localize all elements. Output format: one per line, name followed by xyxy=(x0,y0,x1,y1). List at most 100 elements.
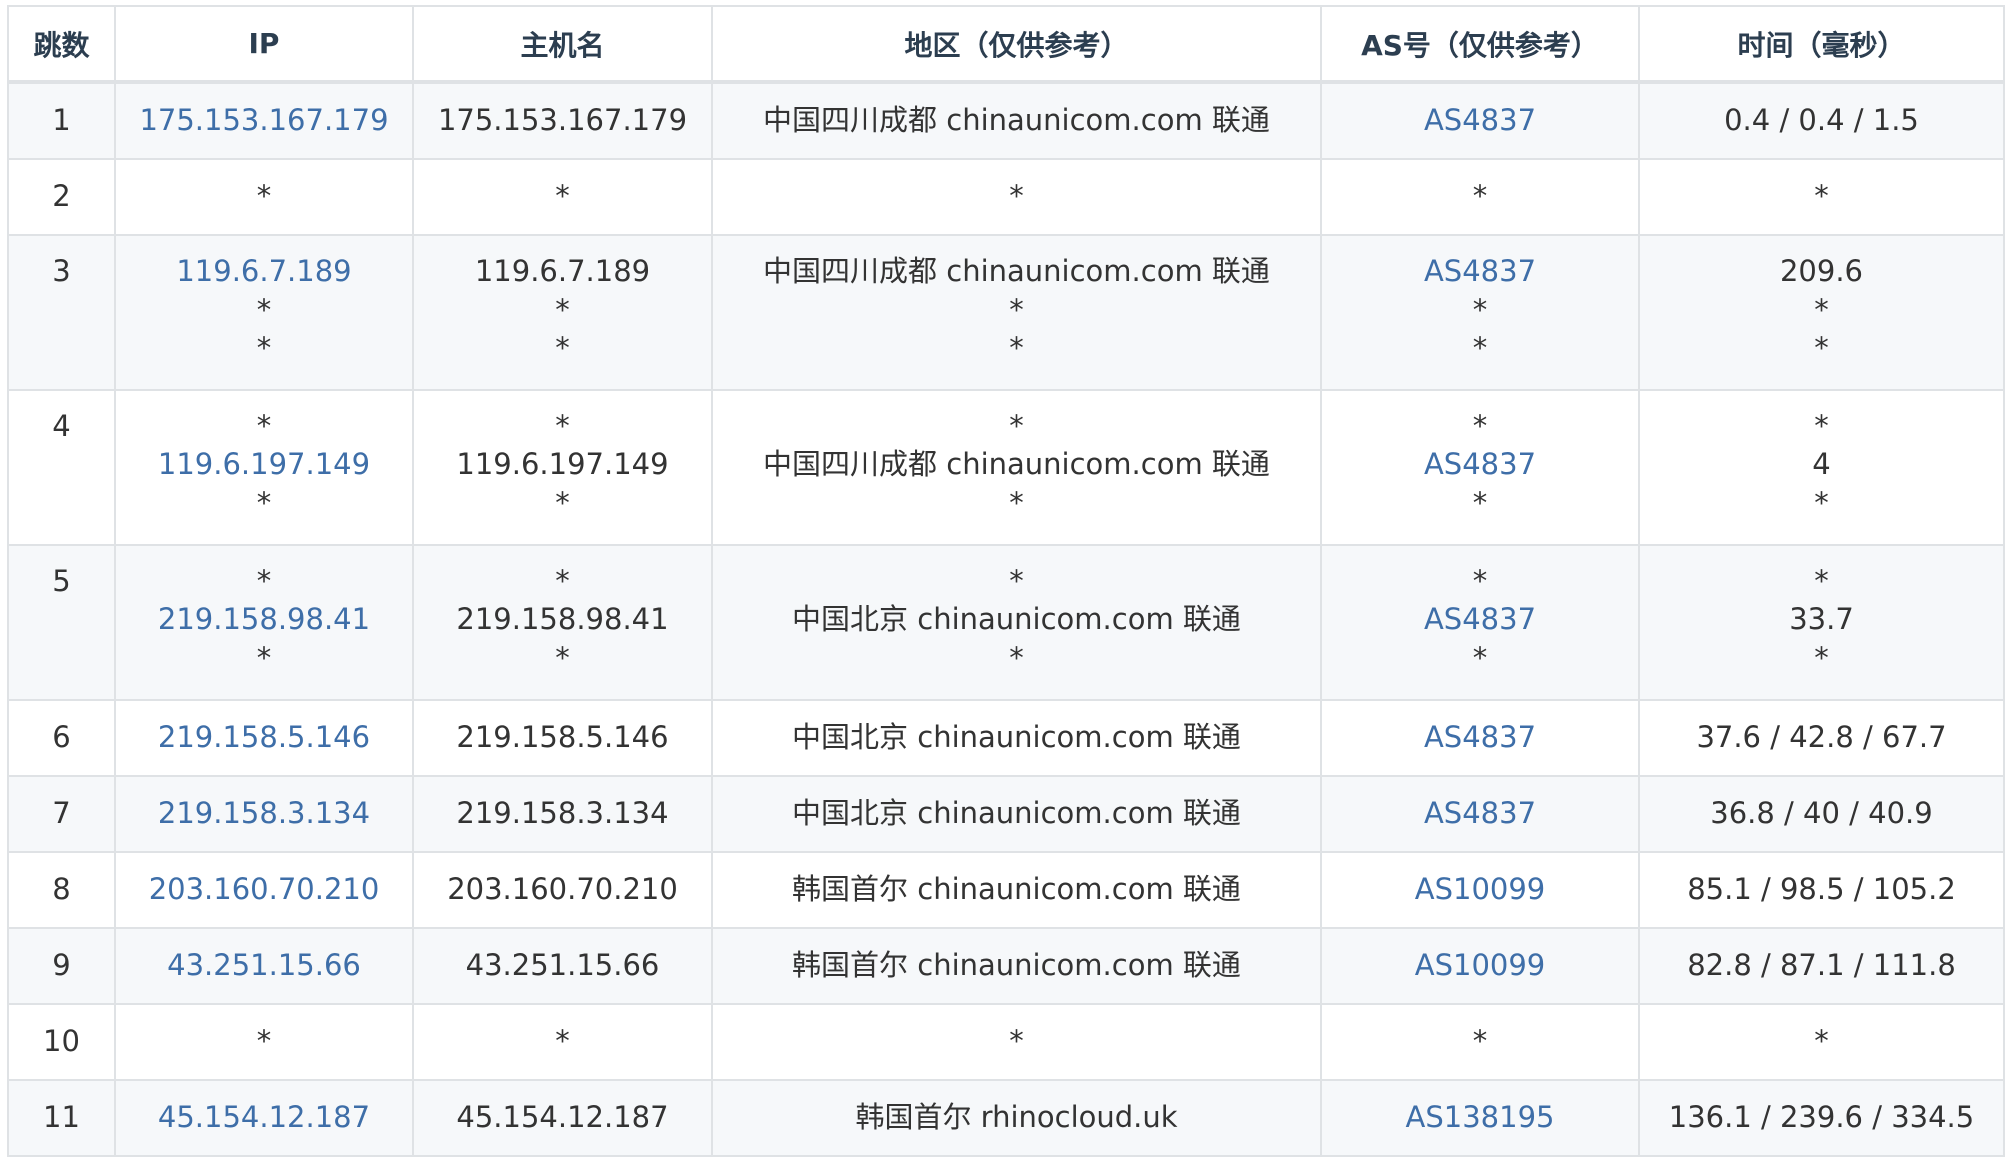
as-link[interactable]: AS10099 xyxy=(1322,946,1638,985)
as-link[interactable]: AS4837 xyxy=(1322,445,1638,484)
no-response-marker: * xyxy=(1814,564,1829,598)
ip-link[interactable]: 219.158.98.41 xyxy=(116,600,412,639)
hop-number: 5 xyxy=(52,564,71,598)
hop-cell: 4 xyxy=(7,389,116,546)
header-row: 跳数 IP 主机名 地区（仅供参考） AS号（仅供参考） 时间（毫秒） xyxy=(7,5,2005,84)
hop-number: 8 xyxy=(52,872,71,906)
column-header-hop: 跳数 xyxy=(7,5,116,84)
region-cell: 中国北京 chinaunicom.com 联通 xyxy=(711,775,1322,853)
hostname-cell: 219.158.3.134 xyxy=(412,775,713,853)
ip-link[interactable]: 175.153.167.179 xyxy=(116,101,412,140)
ip-link[interactable]: 119.6.7.189 xyxy=(116,252,412,291)
as-link[interactable]: AS4837 xyxy=(1322,718,1638,757)
no-response-marker: * xyxy=(555,564,570,598)
time-cell: * 4 * xyxy=(1638,389,2005,546)
host-value: 219.158.98.41 xyxy=(456,602,669,636)
ip-link[interactable]: 203.160.70.210 xyxy=(116,870,412,909)
time-value: 85.1 / 98.5 / 105.2 xyxy=(1687,872,1956,906)
region-cell: 韩国首尔 chinaunicom.com 联通 xyxy=(711,851,1322,929)
no-response-marker: * xyxy=(1472,564,1488,598)
no-response-marker: * xyxy=(256,179,272,213)
time-cell: 209.6 * * xyxy=(1638,234,2005,391)
region-cell: * 中国北京 chinaunicom.com 联通 * xyxy=(711,544,1322,701)
no-response-marker: * xyxy=(1814,179,1829,213)
as-link[interactable]: AS4837 xyxy=(1322,101,1638,140)
ip-link[interactable]: 219.158.5.146 xyxy=(116,718,412,757)
ip-cell: 175.153.167.179 xyxy=(114,81,414,160)
no-response-marker: * xyxy=(1472,179,1488,213)
no-response-marker: * xyxy=(555,486,570,520)
hop-number: 2 xyxy=(52,179,71,213)
host-value: 219.158.5.146 xyxy=(456,720,669,754)
region-cell: * xyxy=(711,158,1322,236)
as-link[interactable]: AS4837 xyxy=(1322,600,1638,639)
ip-link[interactable]: 219.158.3.134 xyxy=(116,794,412,833)
region-cell: 中国四川成都 chinaunicom.com 联通 xyxy=(711,81,1322,160)
table-row: 9 43.251.15.66 43.251.15.66 韩国首尔 chinaunico… xyxy=(7,927,2005,1005)
time-value: 136.1 / 239.6 / 334.5 xyxy=(1668,1100,1975,1134)
no-response-marker: * xyxy=(555,179,570,213)
region-cell: 中国北京 chinaunicom.com 联通 xyxy=(711,699,1322,777)
time-value: 36.8 / 40 / 40.9 xyxy=(1710,796,1933,830)
no-response-marker: * xyxy=(1472,641,1488,675)
ip-link[interactable]: 43.251.15.66 xyxy=(116,946,412,985)
time-cell: * 33.7 * xyxy=(1638,544,2005,701)
host-value: 203.160.70.210 xyxy=(447,872,678,906)
no-response-marker: * xyxy=(1814,1024,1829,1058)
hop-cell: 7 xyxy=(7,775,116,853)
table-row: 5 * 219.158.98.41 * * 219.158.98.41 * * 中国北京 chi… xyxy=(7,544,2005,701)
as-link[interactable]: AS10099 xyxy=(1322,870,1638,909)
as-link[interactable]: AS4837 xyxy=(1322,252,1638,291)
no-response-marker: * xyxy=(256,293,272,327)
no-response-marker: * xyxy=(256,486,272,520)
region-cell: 韩国首尔 chinaunicom.com 联通 xyxy=(711,927,1322,1005)
host-value: 219.158.3.134 xyxy=(456,796,669,830)
no-response-marker: * xyxy=(555,641,570,675)
host-value: 119.6.197.149 xyxy=(456,447,669,481)
no-response-marker: * xyxy=(256,1024,272,1058)
hop-cell: 1 xyxy=(7,81,116,160)
ip-cell: 203.160.70.210 xyxy=(114,851,414,929)
no-response-marker: * xyxy=(1009,486,1024,520)
region-value: 中国四川成都 chinaunicom.com 联通 xyxy=(763,103,1270,137)
table-row: 7 219.158.3.134 219.158.3.134 中国北京 chinauni… xyxy=(7,775,2005,853)
column-header-ip: IP xyxy=(114,5,414,84)
table-row: 6 219.158.5.146 219.158.5.146 中国北京 chinauni… xyxy=(7,699,2005,777)
time-cell: 36.8 / 40 / 40.9 xyxy=(1638,775,2005,853)
time-cell: 37.6 / 42.8 / 67.7 xyxy=(1638,699,2005,777)
as-link[interactable]: AS138195 xyxy=(1322,1098,1638,1137)
no-response-marker: * xyxy=(555,409,570,443)
no-response-marker: * xyxy=(1009,331,1024,365)
no-response-marker: * xyxy=(1009,641,1024,675)
as-cell: * AS4837 * xyxy=(1320,389,1640,546)
as-link[interactable]: AS4837 xyxy=(1322,794,1638,833)
region-value: 中国北京 chinaunicom.com 联通 xyxy=(792,796,1241,830)
ip-cell: * 119.6.197.149 * xyxy=(114,389,414,546)
hop-cell: 11 xyxy=(7,1079,116,1157)
time-cell: 85.1 / 98.5 / 105.2 xyxy=(1638,851,2005,929)
no-response-marker: * xyxy=(1009,409,1024,443)
table-row: 8 203.160.70.210 203.160.70.210 韩国首尔 chinau… xyxy=(7,851,2005,929)
table-row: 3 119.6.7.189 * * 119.6.7.189 * * 中国四川成都 chinau… xyxy=(7,234,2005,391)
as-cell: * xyxy=(1320,158,1640,236)
as-cell: AS4837 xyxy=(1320,775,1640,853)
region-value: 中国北京 chinaunicom.com 联通 xyxy=(792,602,1241,636)
table-row: 10 * * * * * xyxy=(7,1003,2005,1081)
hostname-cell: * xyxy=(412,158,713,236)
hop-number: 9 xyxy=(52,948,71,982)
ip-cell: 219.158.5.146 xyxy=(114,699,414,777)
no-response-marker: * xyxy=(1009,293,1024,327)
as-cell: * xyxy=(1320,1003,1640,1081)
as-cell: * AS4837 * xyxy=(1320,544,1640,701)
ip-link[interactable]: 45.154.12.187 xyxy=(116,1098,412,1137)
region-value: 韩国首尔 chinaunicom.com 联通 xyxy=(792,948,1241,982)
ip-link[interactable]: 119.6.197.149 xyxy=(116,445,412,484)
host-value: 43.251.15.66 xyxy=(465,948,660,982)
hostname-cell: 43.251.15.66 xyxy=(412,927,713,1005)
hop-cell: 5 xyxy=(7,544,116,701)
no-response-marker: * xyxy=(1472,486,1488,520)
hop-cell: 6 xyxy=(7,699,116,777)
as-cell: AS4837 xyxy=(1320,81,1640,160)
traceroute-table-container: 跳数 IP 主机名 地区（仅供参考） AS号（仅供参考） 时间（毫秒） 1 175… xyxy=(7,5,2005,1157)
as-cell: AS138195 xyxy=(1320,1079,1640,1157)
